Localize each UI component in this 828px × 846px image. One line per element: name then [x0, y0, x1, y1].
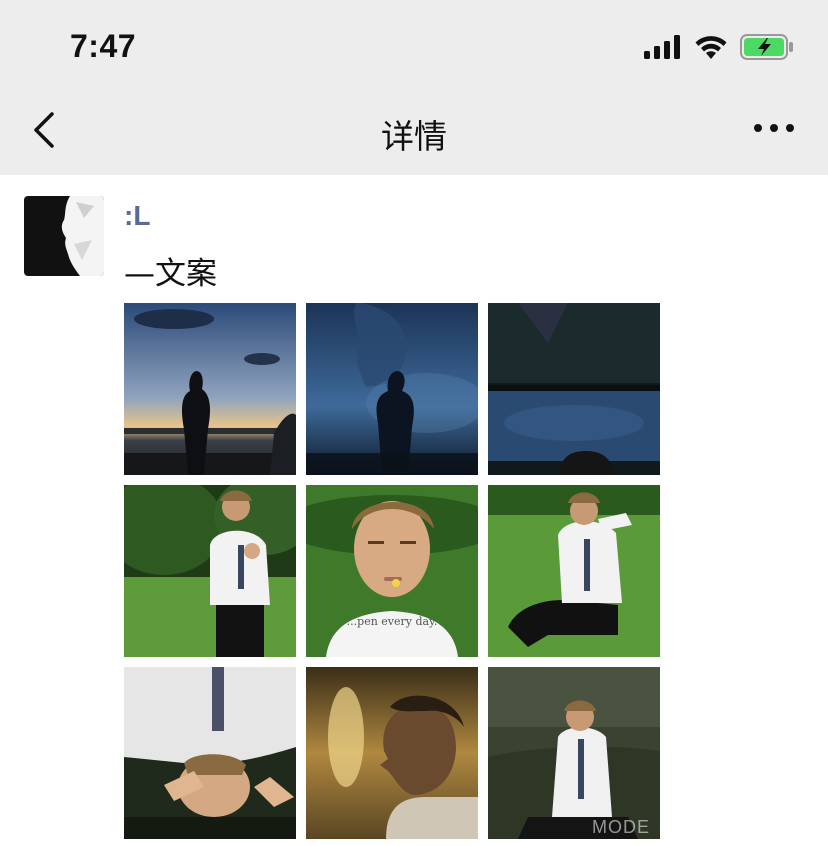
- wifi-icon: [695, 36, 727, 59]
- nav-bar: 详情: [0, 98, 828, 164]
- photo-5[interactable]: ...pen every day.: [306, 485, 478, 657]
- photo-7[interactable]: [124, 667, 296, 839]
- post-caption: —文案: [124, 256, 217, 292]
- photo-6[interactable]: [488, 485, 660, 657]
- photo-4[interactable]: [124, 485, 296, 657]
- watermark-text: MODE: [592, 817, 650, 837]
- photo-3[interactable]: [488, 303, 660, 475]
- photo-8[interactable]: [306, 667, 478, 839]
- more-icon[interactable]: [752, 120, 796, 136]
- photo-1[interactable]: [124, 303, 296, 475]
- status-icons: [644, 34, 794, 60]
- top-bar: 7:47 详情: [0, 0, 828, 175]
- author-name[interactable]: :L: [124, 200, 150, 232]
- page-title: 详情: [381, 117, 447, 156]
- status-time: 7:47: [70, 28, 137, 64]
- signal-icon: [644, 35, 680, 59]
- avatar[interactable]: [24, 196, 104, 276]
- photo-2[interactable]: [306, 303, 478, 475]
- photo-grid: ...pen every day. MODE: [124, 303, 660, 839]
- photo-9[interactable]: MODE: [488, 667, 660, 839]
- battery-charging-icon: [740, 34, 793, 60]
- photo-overlay-text: ...pen every day.: [346, 615, 438, 628]
